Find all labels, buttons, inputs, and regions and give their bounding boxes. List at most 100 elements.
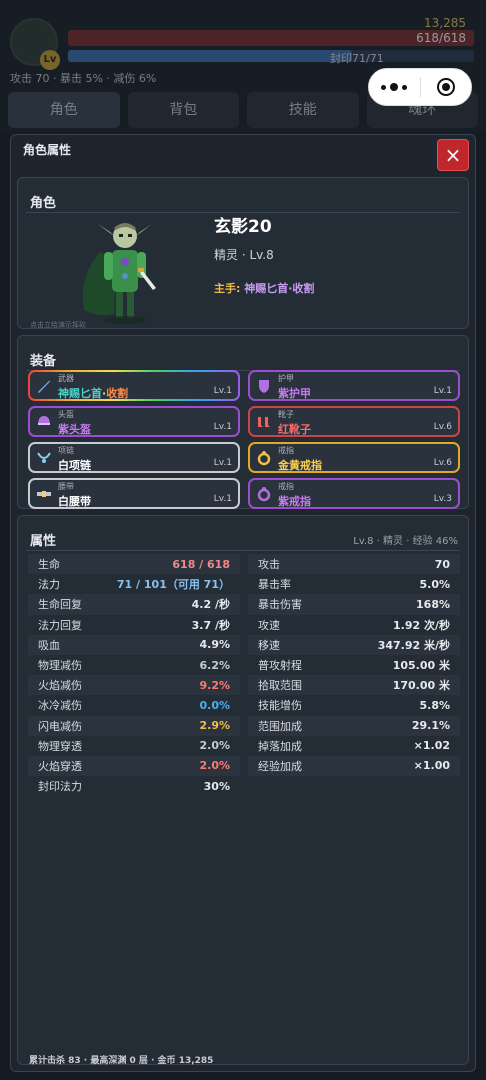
- attribute-key: 攻速: [258, 618, 280, 632]
- attribute-value: 29.1%: [411, 719, 450, 733]
- attribute-value: 70: [434, 557, 450, 571]
- attribute-value: 170.00 米: [392, 679, 450, 693]
- attribute-key: 生命回复: [38, 598, 82, 612]
- attribute-value: 3.7 /秒: [191, 618, 230, 632]
- miniprogram-capsule: [368, 68, 472, 106]
- slot-level: Lv.6: [433, 422, 452, 432]
- attribute-row: 暴击率 5.0%: [248, 574, 460, 594]
- more-icon: [381, 84, 387, 90]
- attribute-key: 移速: [258, 638, 280, 652]
- background-hud: Lv 13,285 618/618 封印71/71 攻击 70 · 暴击 5% …: [0, 0, 486, 132]
- attribute-key: 攻击: [258, 558, 280, 572]
- character-race-level: 精灵 · Lv.8: [214, 248, 274, 262]
- tab-skills[interactable]: 技能: [247, 92, 359, 128]
- slot-item-name: 红靴子: [278, 423, 311, 436]
- attribute-row: 火焰穿透 2.0%: [28, 755, 240, 777]
- attribute-value: 0.0%: [199, 698, 230, 712]
- equipment-section-title: 装备: [30, 354, 57, 369]
- equip-slot-belt[interactable]: 腰带 白腰带 Lv.1: [28, 478, 240, 509]
- slot-level: Lv.3: [433, 494, 452, 504]
- slot-type: 靴子: [278, 410, 294, 419]
- hp-text: 618/618: [416, 31, 466, 45]
- slot-item-name: 神赐匕首·收割: [58, 387, 129, 400]
- more-menu-button[interactable]: [369, 83, 420, 91]
- slot-type: 护甲: [278, 374, 294, 383]
- attribute-key: 法力回复: [38, 618, 82, 632]
- attributes-left-column: 生命 618 / 618 法力 71 / 101（可用 71） 生命回复 4.2 /秒法力…: [28, 554, 240, 796]
- attribute-value: 618 / 618: [172, 557, 230, 571]
- attribute-key: 生命: [38, 558, 60, 572]
- attribute-value: 9.2%: [199, 678, 230, 692]
- attributes-section-title: 属性: [30, 534, 57, 549]
- attribute-key: 技能增伤: [258, 699, 302, 713]
- attribute-key: 火焰减伤: [38, 679, 82, 693]
- equipment-grid: 武器 神赐匕首·收割 Lv.1 护甲 紫护甲 Lv.1 头盔 紫头盔 Lv.1 …: [28, 370, 460, 509]
- helmet-icon: [36, 414, 52, 430]
- tab-character[interactable]: 角色: [8, 92, 120, 128]
- equip-slot-helmet[interactable]: 头盔 紫头盔 Lv.1: [28, 406, 240, 437]
- slot-item-name: 紫护甲: [278, 387, 311, 400]
- belt-icon: [36, 486, 52, 502]
- equip-slot-armor[interactable]: 护甲 紫护甲 Lv.1: [248, 370, 460, 401]
- attribute-value: 6.2%: [199, 658, 230, 672]
- attribute-value: ×1.02: [413, 739, 450, 753]
- attribute-row: 火焰减伤 9.2%: [28, 675, 240, 696]
- attribute-row: 生命 618 / 618: [28, 554, 240, 575]
- slot-item-name: 紫头盔: [58, 423, 91, 436]
- attribute-row: 法力回复 3.7 /秒: [28, 615, 240, 635]
- attribute-value: 5.8%: [419, 698, 450, 712]
- armor-icon: [256, 378, 272, 394]
- slot-level: Lv.6: [433, 458, 452, 468]
- attribute-value: 2.0%: [199, 759, 230, 773]
- attribute-key: 火焰穿透: [38, 759, 82, 773]
- attribute-key: 吸血: [38, 638, 60, 652]
- equipment-panel: 装备 武器 神赐匕首·收割 Lv.1 护甲 紫护甲 Lv.1 头盔 紫头盔 Lv…: [17, 335, 469, 509]
- slot-type: 戒指: [278, 446, 294, 455]
- attribute-value: 30%: [203, 779, 230, 793]
- close-miniprogram-button[interactable]: [420, 78, 471, 96]
- target-icon: [436, 78, 455, 96]
- slot-level: Lv.1: [213, 494, 232, 504]
- attribute-row: 攻击 70: [248, 554, 460, 575]
- mainhand-name: 神赐匕首·收割: [244, 282, 315, 295]
- attribute-key: 物理减伤: [38, 659, 82, 673]
- character-portrait[interactable]: [70, 218, 170, 326]
- close-button[interactable]: ×: [437, 139, 469, 171]
- slot-item-name: 白腰带: [58, 495, 91, 508]
- attribute-key: 暴击率: [258, 578, 291, 592]
- hud-stat-line: 攻击 70 · 暴击 5% · 减伤 6%: [10, 72, 157, 85]
- tab-bag[interactable]: 背包: [127, 92, 239, 128]
- equip-slot-ring-2[interactable]: 戒指 紫戒指 Lv.3: [248, 478, 460, 509]
- equip-slot-necklace[interactable]: 项链 白项链 Lv.1: [28, 442, 240, 473]
- slot-type: 腰带: [58, 482, 74, 491]
- slot-level: Lv.1: [433, 386, 452, 396]
- attribute-row: 技能增伤 5.8%: [248, 695, 460, 715]
- hp-bar: [68, 30, 474, 46]
- attribute-row: 范围加成 29.1%: [248, 715, 460, 736]
- slot-type: 项链: [58, 446, 74, 455]
- attribute-key: 范围加成: [258, 719, 302, 733]
- attribute-value: 4.9%: [199, 638, 230, 652]
- attributes-right-column: 攻击 70 暴击率 5.0% 暴击伤害 168% 攻速 1.92 次/秒 移速 347.92 米/…: [248, 554, 460, 796]
- attribute-row: 掉落加成 ×1.02: [248, 736, 460, 756]
- attribute-value: 71 / 101（可用 71）: [116, 578, 230, 592]
- level-badge: Lv: [40, 50, 60, 70]
- attribute-value: 4.2 /秒: [191, 598, 230, 612]
- equip-slot-weapon[interactable]: 武器 神赐匕首·收割 Lv.1: [28, 370, 240, 401]
- equip-slot-ring-1[interactable]: 戒指 金黄戒指 Lv.6: [248, 442, 460, 473]
- slot-level: Lv.1: [213, 422, 232, 432]
- slot-item-name: 紫戒指: [278, 495, 311, 508]
- attribute-row: 封印法力 30%: [28, 776, 240, 796]
- attribute-key: 封印法力: [38, 780, 82, 794]
- seal-text: 封印71/71: [330, 52, 384, 65]
- attribute-row: 吸血 4.9%: [28, 634, 240, 655]
- attribute-value: 2.0%: [199, 739, 230, 753]
- attribute-key: 暴击伤害: [258, 598, 302, 612]
- attribute-row: 闪电减伤 2.9%: [28, 715, 240, 736]
- character-section-title: 角色: [30, 196, 57, 211]
- attribute-row: 攻速 1.92 次/秒: [248, 615, 460, 635]
- attribute-value: 168%: [416, 597, 450, 611]
- attribute-key: 法力: [38, 578, 60, 592]
- modal-title: 角色属性: [23, 143, 72, 157]
- equip-slot-boots[interactable]: 靴子 红靴子 Lv.6: [248, 406, 460, 437]
